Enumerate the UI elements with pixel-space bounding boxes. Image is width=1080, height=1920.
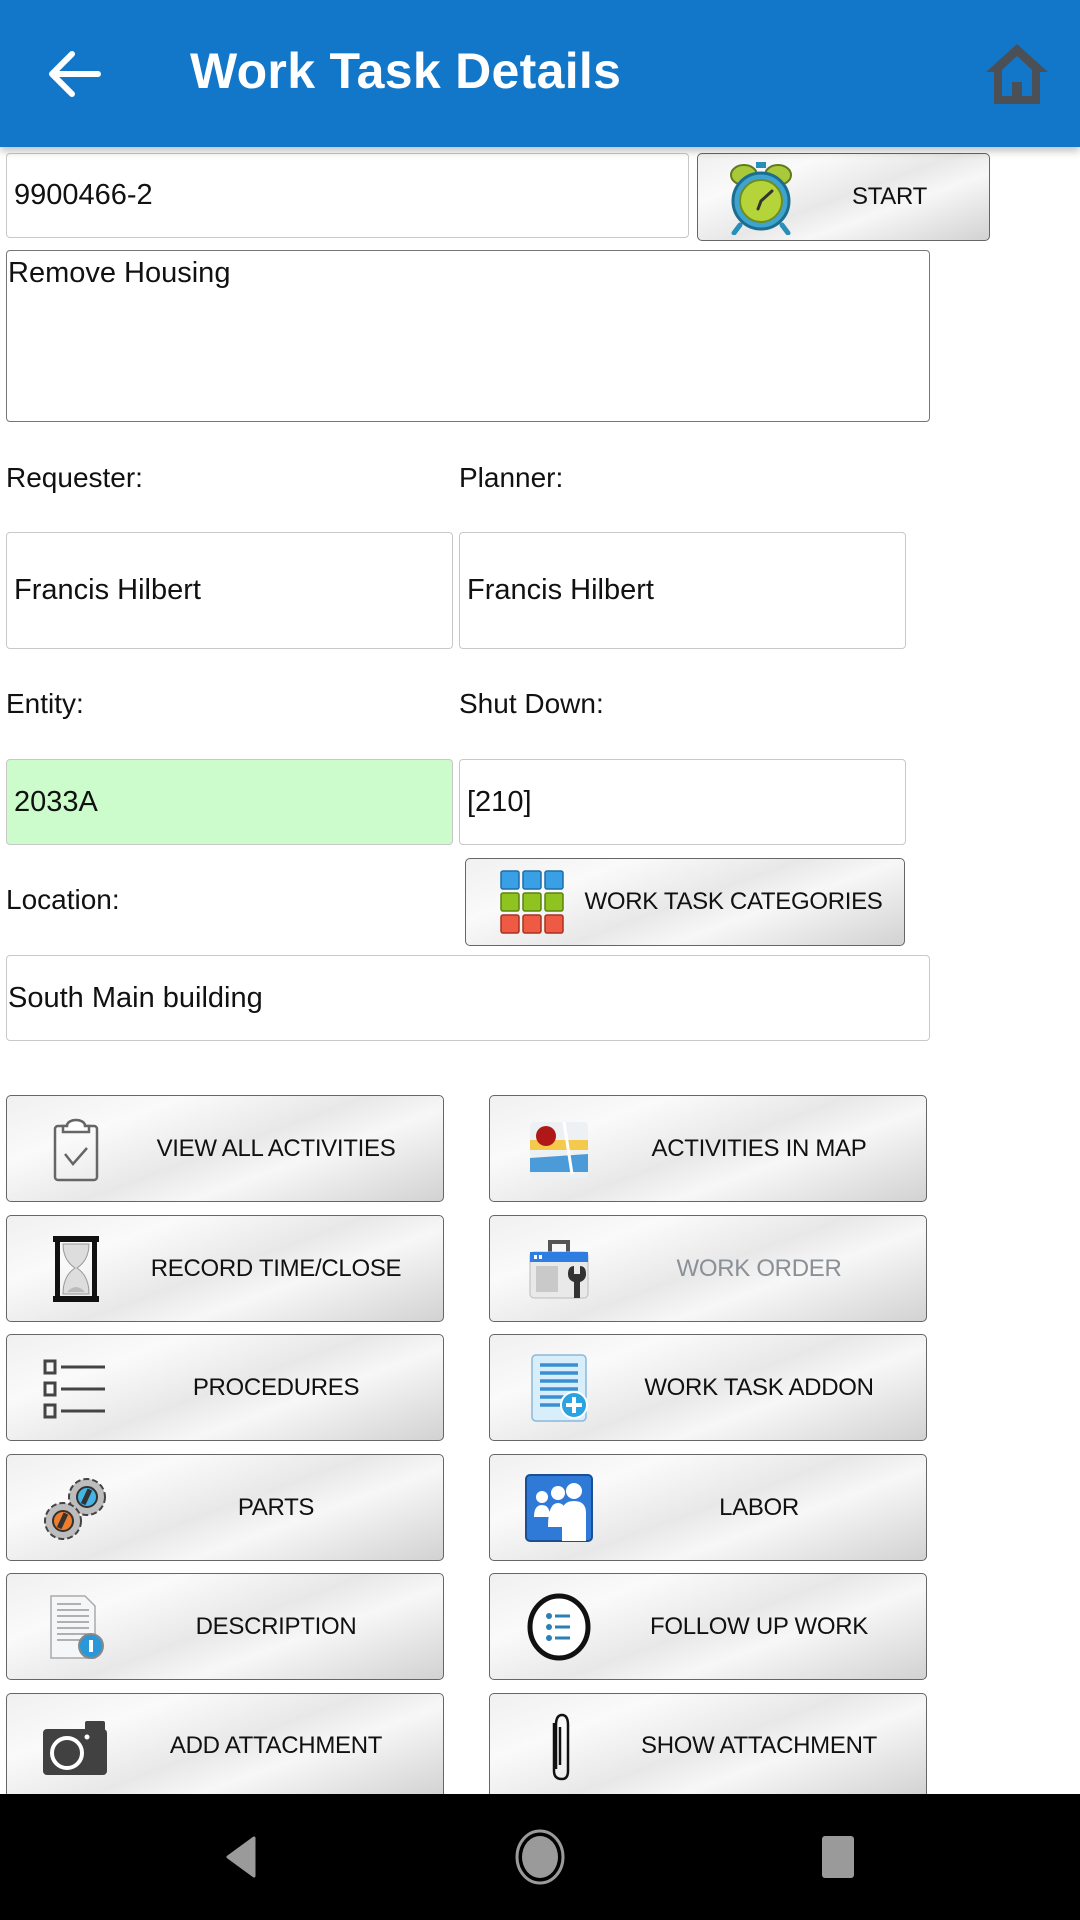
action-button-label: PARTS — [237, 1493, 315, 1521]
work-task-categories-label: WORK TASK CATEGORIES — [584, 888, 883, 915]
planner-value: Francis Hilbert — [467, 574, 654, 606]
categories-grid-icon — [500, 870, 564, 934]
planner-label: Planner: — [459, 462, 564, 493]
shutdown-label: Shut Down: — [459, 688, 604, 719]
hourglass-icon — [41, 1234, 111, 1304]
requester-value: Francis Hilbert — [14, 574, 201, 606]
action-button-label: SHOW ATTACHMENT — [641, 1731, 877, 1759]
add-attachment-button[interactable]: ADD ATTACHMENT — [6, 1693, 444, 1797]
record-time-close-button[interactable]: RECORD TIME/CLOSE — [6, 1215, 444, 1322]
system-navigation-bar — [0, 1794, 1080, 1920]
location-label: Location: — [6, 884, 120, 915]
action-button-label: DESCRIPTION — [195, 1612, 357, 1640]
map-icon — [524, 1114, 594, 1184]
task-description-textarea[interactable]: Remove Housing — [6, 250, 930, 422]
location-field[interactable]: South Main building — [6, 955, 930, 1041]
description-button[interactable]: DESCRIPTION — [6, 1573, 444, 1680]
requester-field[interactable]: Francis Hilbert — [6, 532, 453, 649]
parts-button[interactable]: PARTS — [6, 1454, 444, 1561]
start-button-label: START — [852, 183, 927, 210]
home-button[interactable] — [982, 40, 1052, 108]
back-button[interactable] — [40, 42, 110, 106]
home-icon — [986, 44, 1048, 104]
planner-field[interactable]: Francis Hilbert — [459, 532, 906, 649]
nav-back-icon — [226, 1836, 256, 1878]
work-task-addon-button[interactable]: WORK TASK ADDON — [489, 1334, 927, 1441]
action-button-label: ADD ATTACHMENT — [169, 1731, 383, 1759]
task-description-value: Remove Housing — [8, 257, 231, 289]
task-id-value: 9900466-2 — [14, 179, 153, 211]
location-value: South Main building — [8, 981, 263, 1014]
task-id-field[interactable]: 9900466-2 — [6, 153, 689, 238]
action-button-label: FOLLOW UP WORK — [649, 1612, 869, 1640]
toolbox-wrench-icon — [524, 1234, 594, 1304]
entity-value: 2033A — [14, 785, 98, 818]
action-button-label: WORK ORDER — [676, 1254, 842, 1282]
camera-icon — [41, 1711, 111, 1781]
requester-label: Requester: — [6, 462, 143, 493]
app-bar: Work Task Details — [0, 0, 1080, 147]
nav-recents-button[interactable] — [820, 1834, 856, 1880]
arrow-left-icon — [49, 51, 101, 97]
nav-back-button[interactable] — [222, 1834, 262, 1880]
start-button[interactable]: START — [697, 153, 990, 241]
nav-recents-icon — [822, 1836, 854, 1878]
procedures-button[interactable]: PROCEDURES — [6, 1334, 444, 1441]
activities-in-map-button[interactable]: ACTIVITIES IN MAP — [489, 1095, 927, 1202]
action-button-label: ACTIVITIES IN MAP — [651, 1134, 867, 1162]
work-task-categories-button[interactable]: WORK TASK CATEGORIES — [465, 858, 905, 946]
nav-home-icon — [515, 1829, 565, 1885]
document-info-icon — [41, 1592, 111, 1662]
action-button-label: PROCEDURES — [192, 1373, 360, 1401]
shutdown-field[interactable]: [210] — [459, 759, 906, 845]
action-button-label: VIEW ALL ACTIVITIES — [156, 1134, 396, 1162]
checklist-icon — [41, 1353, 111, 1423]
work-order-button[interactable]: WORK ORDER — [489, 1215, 927, 1322]
gears-icon — [41, 1473, 111, 1543]
follow-up-work-button[interactable]: FOLLOW UP WORK — [489, 1573, 927, 1680]
people-icon — [524, 1473, 594, 1543]
labor-button[interactable]: LABOR — [489, 1454, 927, 1561]
entity-label: Entity: — [6, 688, 84, 719]
action-button-label: RECORD TIME/CLOSE — [150, 1254, 402, 1282]
clipboard-check-icon — [41, 1114, 111, 1184]
document-add-icon — [524, 1353, 594, 1423]
page-title: Work Task Details — [190, 43, 622, 99]
entity-field[interactable]: 2033A — [6, 759, 453, 845]
view-all-activities-button[interactable]: VIEW ALL ACTIVITIES — [6, 1095, 444, 1202]
paperclip-icon — [524, 1711, 594, 1781]
action-button-label: WORK TASK ADDON — [644, 1373, 874, 1401]
alarm-clock-icon — [730, 162, 792, 235]
nav-home-button[interactable] — [514, 1828, 566, 1886]
shutdown-value: [210] — [467, 785, 532, 818]
list-circle-icon — [524, 1592, 594, 1662]
action-button-label: LABOR — [719, 1493, 799, 1521]
show-attachment-button[interactable]: SHOW ATTACHMENT — [489, 1693, 927, 1797]
